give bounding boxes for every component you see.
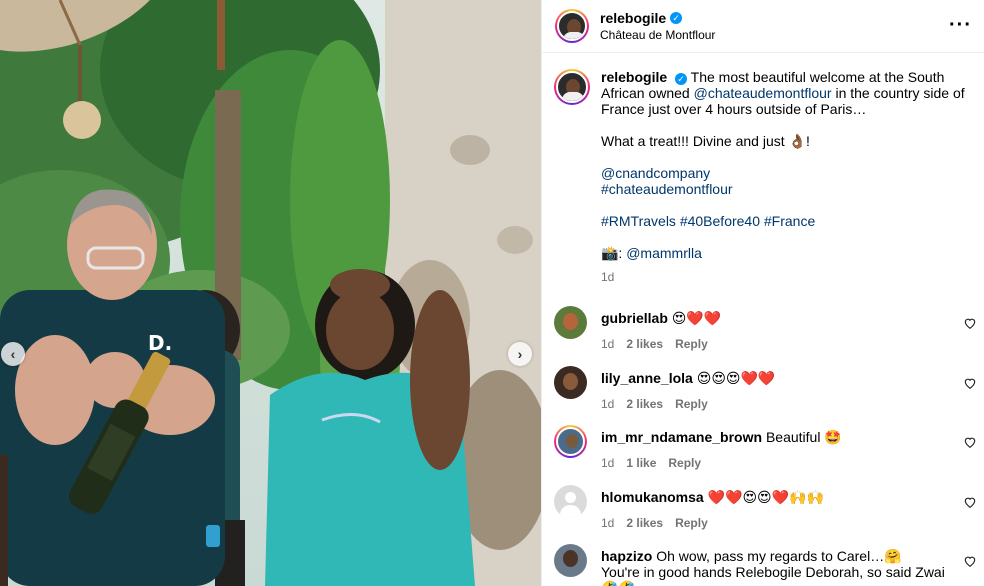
commenter-avatar[interactable]	[554, 306, 587, 339]
photo-credit-link[interactable]: @mammrlla	[626, 245, 702, 261]
comment-time[interactable]: 1d	[601, 336, 614, 352]
caption-time[interactable]: 1d	[601, 269, 972, 285]
commenter-avatar[interactable]	[554, 484, 587, 518]
post-photo-art: D.	[0, 0, 541, 586]
comment-username[interactable]: lily_anne_lola	[601, 370, 693, 386]
mention-company-link[interactable]: @cnandcompany	[601, 165, 972, 181]
like-heart-icon[interactable]	[963, 495, 977, 509]
like-heart-icon[interactable]	[963, 435, 977, 449]
commenter-avatar[interactable]	[554, 425, 587, 458]
comment-text: ❤️❤️😍😍❤️🙌🙌	[707, 488, 824, 505]
post-header: relebogile ✓ Château de Montflour ···	[542, 0, 984, 53]
next-photo-button[interactable]: ›	[508, 342, 532, 366]
comment-item: hapzizo Oh wow, pass my regards to Carel…	[542, 543, 984, 586]
reply-button[interactable]: Reply	[675, 396, 708, 412]
post-modal: D. ‹ › relebogile ✓ Château de Montflour…	[0, 0, 984, 586]
comment-text: 😍❤️❤️	[671, 310, 722, 326]
commenter-avatar[interactable]	[554, 544, 587, 577]
comment-username[interactable]: gubriellab	[601, 310, 668, 326]
caption-username[interactable]: relebogile	[601, 69, 667, 85]
comment-likes[interactable]: 2 likes	[626, 396, 663, 412]
commenter-avatar[interactable]	[554, 365, 587, 399]
like-heart-icon[interactable]	[963, 376, 977, 390]
svg-text:D.: D.	[148, 331, 172, 355]
comment-time[interactable]: 1d	[601, 455, 614, 471]
comment-likes[interactable]: 1 like	[626, 455, 656, 471]
comment-text: Oh wow, pass my regards to Carel…🤗	[656, 548, 902, 564]
comment-time[interactable]: 1d	[601, 396, 614, 412]
verified-badge-icon: ✓	[675, 73, 688, 85]
caption-author-avatar[interactable]	[554, 69, 590, 105]
previous-photo-button[interactable]: ‹	[1, 342, 25, 366]
caption-text: relebogile ✓ The most beautiful welcome …	[601, 69, 972, 117]
hashtags-links[interactable]: #RMTravels #40Before40 #France	[601, 213, 972, 229]
comment-text: Beautiful 🤩	[765, 429, 842, 445]
author-username[interactable]: relebogile	[600, 10, 666, 26]
chevron-right-icon: ›	[517, 346, 523, 362]
hashtag-chateau-link[interactable]: #chateaudemontflour	[601, 181, 972, 197]
reply-button[interactable]: Reply	[675, 515, 708, 531]
comment-item: im_mr_ndamane_brown Beautiful 🤩 1d 1 like…	[542, 424, 984, 484]
comment-text-continued: You're in good hands Relebogile Deborah,…	[601, 564, 945, 586]
post-details-panel: relebogile ✓ Château de Montflour ··· re…	[541, 0, 984, 586]
photo-credit: 📸: @mammrlla	[601, 245, 972, 261]
verified-badge-icon: ✓	[670, 12, 683, 24]
comment-time[interactable]: 1d	[601, 515, 614, 531]
comment-likes[interactable]: 2 likes	[626, 336, 663, 352]
post-location[interactable]: Château de Montflour	[600, 28, 715, 42]
author-avatar[interactable]	[555, 9, 589, 43]
comment-text: 😍😍😍❤️❤️	[696, 369, 776, 386]
comment-item: gubriellab 😍❤️❤️ 1d 2 likes Reply	[542, 305, 984, 365]
like-heart-icon[interactable]	[963, 316, 977, 330]
mention-chateau-link[interactable]: @chateaudemontflour	[694, 85, 832, 101]
post-photo[interactable]: D. ‹ ›	[0, 0, 541, 586]
comment-item: lily_anne_lola 😍😍😍❤️❤️ 1d 2 likes Reply	[542, 365, 984, 425]
camera-icon: 📸:	[601, 245, 627, 261]
more-options-icon[interactable]: ···	[949, 14, 972, 37]
comment-username[interactable]: hapzizo	[601, 548, 652, 564]
comment-item: hlomukanomsa ❤️❤️😍😍❤️🙌🙌 1d 2 likes Reply	[542, 484, 984, 544]
reply-button[interactable]: Reply	[675, 336, 708, 352]
comment-likes[interactable]: 2 likes	[626, 515, 663, 531]
post-caption: relebogile ✓ The most beautiful welcome …	[542, 53, 984, 285]
comments-list: gubriellab 😍❤️❤️ 1d 2 likes Reply lily_ann…	[542, 305, 984, 586]
comment-username[interactable]: im_mr_ndamane_brown	[601, 429, 762, 445]
caption-line2: What a treat!!! Divine and just 👌🏾!	[601, 133, 810, 149]
chevron-left-icon: ‹	[10, 346, 16, 362]
reply-button[interactable]: Reply	[668, 455, 701, 471]
comment-username[interactable]: hlomukanomsa	[601, 489, 704, 505]
like-heart-icon[interactable]	[963, 554, 977, 568]
